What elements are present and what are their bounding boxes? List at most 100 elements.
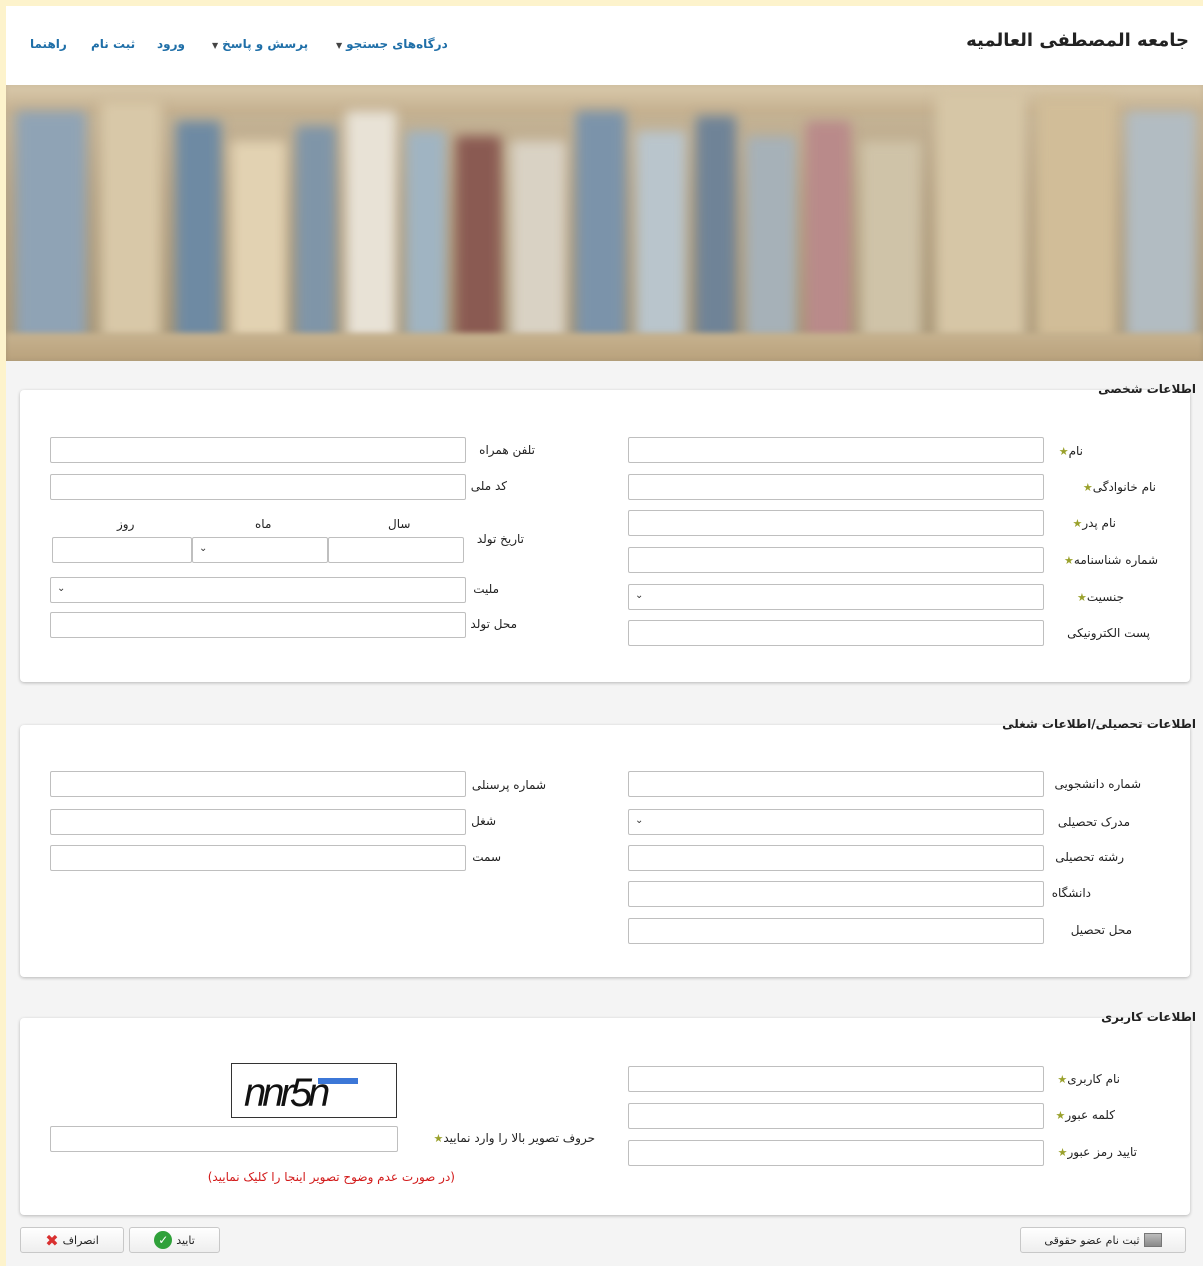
building-icon <box>1143 1233 1162 1247</box>
required-star-icon: ★ <box>1057 1073 1068 1086</box>
student-number-input[interactable] <box>628 771 1044 797</box>
last-name-label: نام خانوادگی★ <box>1081 480 1156 494</box>
required-star-icon: ★ <box>1064 554 1074 567</box>
chevron-down-icon: ⌄ <box>199 543 208 554</box>
confirm-button[interactable]: تایید ✓ <box>129 1227 220 1253</box>
personnel-number-label: شماره پرسنلی <box>471 778 546 792</box>
bookshelf-banner-image <box>6 85 1203 361</box>
father-name-label: نام پدر★ <box>1070 516 1116 530</box>
mobile-label: تلفن همراه <box>479 443 535 457</box>
nationality-label: ملیت <box>473 582 499 596</box>
section-title: اطلاعات تحصیلی/اطلاعات شغلی <box>1002 717 1196 731</box>
confirm-password-input[interactable] <box>628 1140 1044 1166</box>
label-text: کلمه عبور <box>1065 1108 1115 1122</box>
study-place-label: محل تحصیل <box>1070 923 1132 937</box>
email-input[interactable] <box>628 620 1044 646</box>
registration-page: جامعه المصطفی العالمیه درگاه‌های جستجو▼ … <box>6 6 1203 1266</box>
id-number-input[interactable] <box>628 547 1044 573</box>
section-title: اطلاعات شخصی <box>1098 382 1196 396</box>
user-info-section: اطلاعات کاربری نام کاربری★ کلمه عبور★ تا… <box>20 1010 1196 1215</box>
chevron-down-icon: ▼ <box>336 41 343 50</box>
password-label: کلمه عبور★ <box>1053 1108 1115 1122</box>
field-label: رشته تحصیلی <box>1055 850 1124 864</box>
section-title: اطلاعات کاربری <box>1101 1010 1196 1024</box>
mobile-input[interactable] <box>50 437 466 463</box>
required-star-icon: ★ <box>1057 1146 1068 1159</box>
personal-info-section: اطلاعات شخصی نام★ نام خانوادگی★ نام پدر★… <box>20 382 1196 682</box>
nav-help[interactable]: راهنما <box>30 37 67 51</box>
birth-month-select[interactable]: ⌄ <box>192 537 328 563</box>
label-text: نام پدر <box>1082 516 1116 530</box>
university-input[interactable] <box>628 881 1044 907</box>
first-name-label: نام★ <box>1057 444 1083 458</box>
top-nav: درگاه‌های جستجو▼ پرسش و پاسخ▼ ورود ثبت ن… <box>6 37 1203 57</box>
birth-date-label: تاریخ تولد <box>476 532 524 546</box>
legal-member-register-button[interactable]: ثبت نام عضو حقوقی <box>1020 1227 1186 1253</box>
job-label: شغل <box>471 814 496 828</box>
position-label: سمت <box>472 850 501 864</box>
captcha-image[interactable]: nnr5n <box>231 1063 397 1118</box>
label-text: نام کاربری <box>1067 1072 1120 1086</box>
study-place-input[interactable] <box>628 918 1044 944</box>
label-text: جنسیت <box>1086 590 1124 604</box>
captcha-text: nnr5n <box>244 1071 329 1115</box>
label-text: نام خانوادگی <box>1092 480 1156 494</box>
university-label: دانشگاه <box>1051 886 1091 900</box>
first-name-input[interactable] <box>628 437 1044 463</box>
birth-place-label: محل تولد <box>470 617 517 631</box>
nav-login[interactable]: ورود <box>157 37 185 51</box>
nav-register[interactable]: ثبت نام <box>91 37 135 51</box>
captcha-input[interactable] <box>50 1126 398 1152</box>
chevron-down-icon: ⌄ <box>635 590 644 601</box>
birth-year-input[interactable] <box>328 537 464 563</box>
captcha-label: حروف تصویر بالا را وارد نمایید★ <box>431 1131 595 1145</box>
required-star-icon: ★ <box>1082 481 1093 494</box>
close-icon: ✖ <box>45 1230 59 1250</box>
father-name-input[interactable] <box>628 510 1044 536</box>
label-text: تایید رمز عبور <box>1067 1145 1137 1159</box>
year-header: سال <box>388 517 411 531</box>
birth-place-input[interactable] <box>50 612 466 638</box>
personnel-number-input[interactable] <box>50 771 466 797</box>
required-star-icon: ★ <box>1055 1109 1066 1122</box>
nationality-select[interactable]: ⌄ <box>50 577 466 603</box>
label-text: حروف تصویر بالا را وارد نمایید <box>443 1131 595 1145</box>
email-label: پست الکترونیکی <box>1067 626 1150 640</box>
confirm-password-label: تایید رمز عبور★ <box>1056 1145 1137 1159</box>
gender-label: جنسیت★ <box>1075 590 1124 604</box>
chevron-down-icon: ⌄ <box>57 583 66 594</box>
site-header: جامعه المصطفی العالمیه درگاه‌های جستجو▼ … <box>6 6 1203 85</box>
required-star-icon: ★ <box>433 1132 444 1145</box>
degree-label: مدرک تحصیلی <box>1057 815 1130 829</box>
captcha-refresh-link[interactable]: (در صورت عدم وضوح تصویر اینجا را کلیک نم… <box>208 1170 455 1184</box>
button-label: ثبت نام عضو حقوقی <box>1044 1233 1140 1247</box>
gender-select[interactable]: ⌄ <box>628 584 1044 610</box>
nav-label: درگاه‌های جستجو <box>346 37 448 51</box>
button-label: انصراف <box>62 1233 99 1247</box>
chevron-down-icon: ⌄ <box>635 815 644 826</box>
nav-search-portals[interactable]: درگاه‌های جستجو▼ <box>336 37 448 51</box>
day-header: روز <box>117 517 135 531</box>
cancel-button[interactable]: انصراف ✖ <box>20 1227 124 1253</box>
label-text: شماره شناسنامه <box>1073 553 1158 567</box>
position-input[interactable] <box>50 845 466 871</box>
check-icon: ✓ <box>154 1231 173 1249</box>
national-code-label: کد ملی <box>470 479 507 493</box>
national-code-input[interactable] <box>50 474 466 500</box>
month-header: ماه <box>255 517 272 531</box>
required-star-icon: ★ <box>1072 517 1083 530</box>
password-input[interactable] <box>628 1103 1044 1129</box>
chevron-down-icon: ▼ <box>212 41 219 50</box>
last-name-input[interactable] <box>628 474 1044 500</box>
birth-day-input[interactable] <box>52 537 192 563</box>
degree-select[interactable]: ⌄ <box>628 809 1044 835</box>
education-info-section: اطلاعات تحصیلی/اطلاعات شغلی شماره دانشجو… <box>20 717 1196 977</box>
username-input[interactable] <box>628 1066 1044 1092</box>
job-input[interactable] <box>50 809 466 835</box>
id-number-label: شماره شناسنامه★ <box>1062 553 1158 567</box>
button-label: تایید <box>176 1233 195 1247</box>
student-number-label: شماره دانشجویی <box>1054 777 1141 791</box>
field-input[interactable] <box>628 845 1044 871</box>
nav-qa[interactable]: پرسش و پاسخ▼ <box>212 37 308 51</box>
nav-label: پرسش و پاسخ <box>222 37 309 51</box>
